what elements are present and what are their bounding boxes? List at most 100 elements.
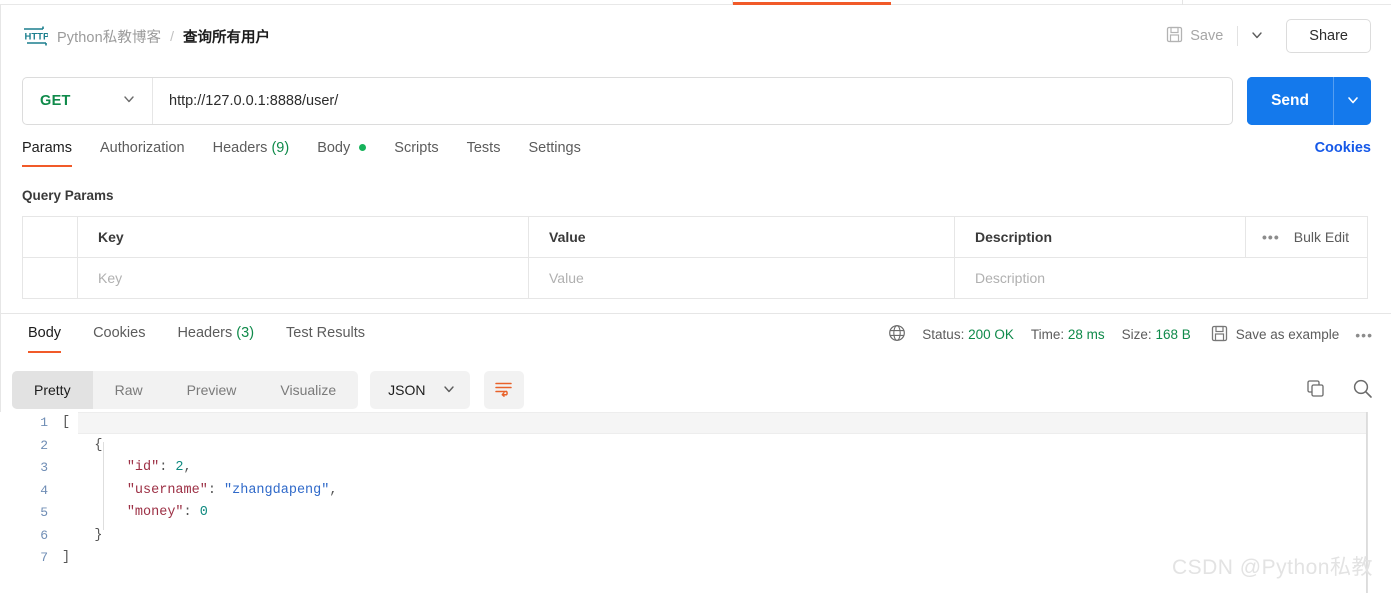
- ellipsis-icon[interactable]: •••: [1262, 230, 1280, 244]
- json-line: 1[: [0, 412, 337, 435]
- tab-body[interactable]: Body: [317, 138, 367, 167]
- tab-scripts-label: Scripts: [394, 140, 439, 156]
- tab-headers-label: Headers: [212, 140, 268, 156]
- http-method-select[interactable]: GET: [23, 78, 153, 124]
- view-mode-visualize[interactable]: Visualize: [258, 371, 358, 409]
- json-line-number: 6: [40, 527, 48, 543]
- save-as-example-label: Save as example: [1235, 327, 1340, 342]
- json-line-number: 5: [40, 505, 48, 520]
- column-header-value: Value: [529, 217, 955, 257]
- response-section-divider: [0, 313, 1391, 314]
- postman-window: HTTP Python私教博客 / 查询所有用户 Save Share GET …: [0, 0, 1391, 593]
- json-line-number: 2: [40, 437, 48, 453]
- status-value: 200 OK: [968, 327, 1014, 342]
- json-line-number: 1: [40, 415, 48, 430]
- url-input[interactable]: [153, 78, 1233, 124]
- column-header-description-label: Description: [975, 229, 1053, 245]
- json-line: 5 "money": 0: [0, 502, 337, 525]
- json-line-code: "username": "zhangdapeng",: [126, 482, 338, 498]
- response-tab-headers-count: (3): [236, 325, 255, 341]
- status-label: Status:: [922, 327, 965, 342]
- json-line: 6 }: [0, 525, 337, 548]
- time-value: 28 ms: [1067, 327, 1105, 342]
- tab-params[interactable]: Params: [22, 138, 72, 167]
- save-as-example-button[interactable]: Save as example: [1211, 325, 1340, 345]
- json-line-number: 3: [40, 460, 48, 475]
- response-tab-body[interactable]: Body: [28, 322, 62, 353]
- size-value: 168 B: [1155, 327, 1191, 342]
- view-mode-preview[interactable]: Preview: [165, 371, 259, 409]
- tab-tests[interactable]: Tests: [467, 138, 501, 167]
- table-row: Key Value Description: [23, 258, 1367, 299]
- breadcrumb-root[interactable]: Python私教博客: [57, 26, 161, 47]
- search-button[interactable]: [1352, 378, 1373, 402]
- row-checkbox-cell[interactable]: [23, 258, 78, 298]
- chevron-down-icon: [442, 382, 456, 399]
- request-header: HTTP Python私教博客 / 查询所有用户 Save Share: [0, 5, 1391, 67]
- floppy-disk-icon: [1211, 325, 1228, 345]
- send-button[interactable]: Send: [1247, 77, 1333, 125]
- tab-authorization-label: Authorization: [99, 140, 185, 156]
- tab-headers[interactable]: Headers (9): [213, 138, 290, 167]
- view-mode-raw[interactable]: Raw: [93, 371, 165, 409]
- url-bar-row: GET Send: [0, 72, 1391, 130]
- bulk-edit-group: ••• Bulk Edit: [1245, 217, 1367, 257]
- tab-scripts[interactable]: Scripts: [394, 138, 438, 167]
- viewer-actions: [1306, 378, 1373, 402]
- request-tabs: Params Authorization Headers (9) Body Sc…: [0, 138, 1391, 174]
- send-options-caret[interactable]: [1333, 77, 1371, 125]
- column-header-key: Key: [78, 217, 529, 257]
- chevron-down-icon: [1250, 28, 1264, 45]
- size-badge: Size: 168 B: [1122, 327, 1191, 342]
- cookies-link[interactable]: Cookies: [1315, 138, 1371, 156]
- response-tab-headers[interactable]: Headers (3): [177, 322, 254, 353]
- param-description-input[interactable]: Description: [955, 258, 1367, 298]
- response-more-options-icon[interactable]: •••: [1355, 328, 1373, 342]
- response-tab-cookies[interactable]: Cookies: [93, 322, 145, 353]
- tab-authorization[interactable]: Authorization: [100, 138, 185, 167]
- json-line: 7]: [0, 547, 337, 570]
- view-mode-group: Pretty Raw Preview Visualize: [12, 371, 359, 409]
- response-tab-test-results[interactable]: Test Results: [286, 322, 365, 353]
- url-bar: GET: [22, 77, 1234, 125]
- query-params-title: Query Params: [22, 188, 114, 203]
- json-line: 2 {: [0, 435, 337, 458]
- time-label: Time:: [1030, 327, 1065, 342]
- header-actions: Save Share: [1156, 19, 1371, 53]
- floppy-disk-icon: [1166, 26, 1183, 47]
- response-tab-cookies-label: Cookies: [93, 325, 146, 341]
- save-options-caret[interactable]: [1242, 21, 1272, 51]
- response-tab-test-results-label: Test Results: [286, 325, 366, 341]
- breadcrumb-current[interactable]: 查询所有用户: [183, 26, 270, 47]
- chevron-down-icon: [122, 92, 136, 111]
- save-button[interactable]: Save: [1156, 20, 1233, 53]
- json-line: 3 "id": 2,: [0, 457, 337, 480]
- word-wrap-button[interactable]: [483, 371, 524, 409]
- select-all-cell[interactable]: [23, 217, 78, 257]
- body-modified-dot-icon: [359, 144, 367, 151]
- view-mode-pretty[interactable]: Pretty: [12, 371, 93, 409]
- response-tabs: Body Cookies Headers (3) Test Results St…: [0, 322, 1391, 358]
- response-viewer-toolbar: Pretty Raw Preview Visualize JSON: [0, 368, 1391, 412]
- json-line-code: "id": 2,: [126, 460, 192, 475]
- bulk-edit-button[interactable]: Bulk Edit: [1294, 229, 1349, 245]
- tab-settings-label: Settings: [528, 140, 581, 156]
- header-divider: [1237, 26, 1239, 46]
- share-button[interactable]: Share: [1286, 19, 1371, 53]
- send-button-group: Send: [1247, 77, 1371, 125]
- copy-icon: [1306, 379, 1325, 401]
- column-header-description: Description ••• Bulk Edit: [955, 217, 1367, 257]
- http-protocol-icon: HTTP: [22, 25, 48, 47]
- copy-button[interactable]: [1306, 379, 1325, 401]
- tab-settings[interactable]: Settings: [528, 138, 580, 167]
- param-key-input[interactable]: Key: [78, 258, 529, 298]
- search-icon: [1352, 378, 1373, 402]
- response-format-select[interactable]: JSON: [370, 371, 470, 409]
- breadcrumb: HTTP Python私教博客 / 查询所有用户: [22, 25, 270, 47]
- json-line-code: {: [62, 437, 103, 453]
- json-line-number: 7: [40, 550, 48, 565]
- svg-text:HTTP: HTTP: [25, 32, 49, 43]
- table-header-row: Key Value Description ••• Bulk Edit: [23, 217, 1367, 258]
- json-line-code: [: [62, 415, 71, 430]
- param-value-input[interactable]: Value: [529, 258, 955, 298]
